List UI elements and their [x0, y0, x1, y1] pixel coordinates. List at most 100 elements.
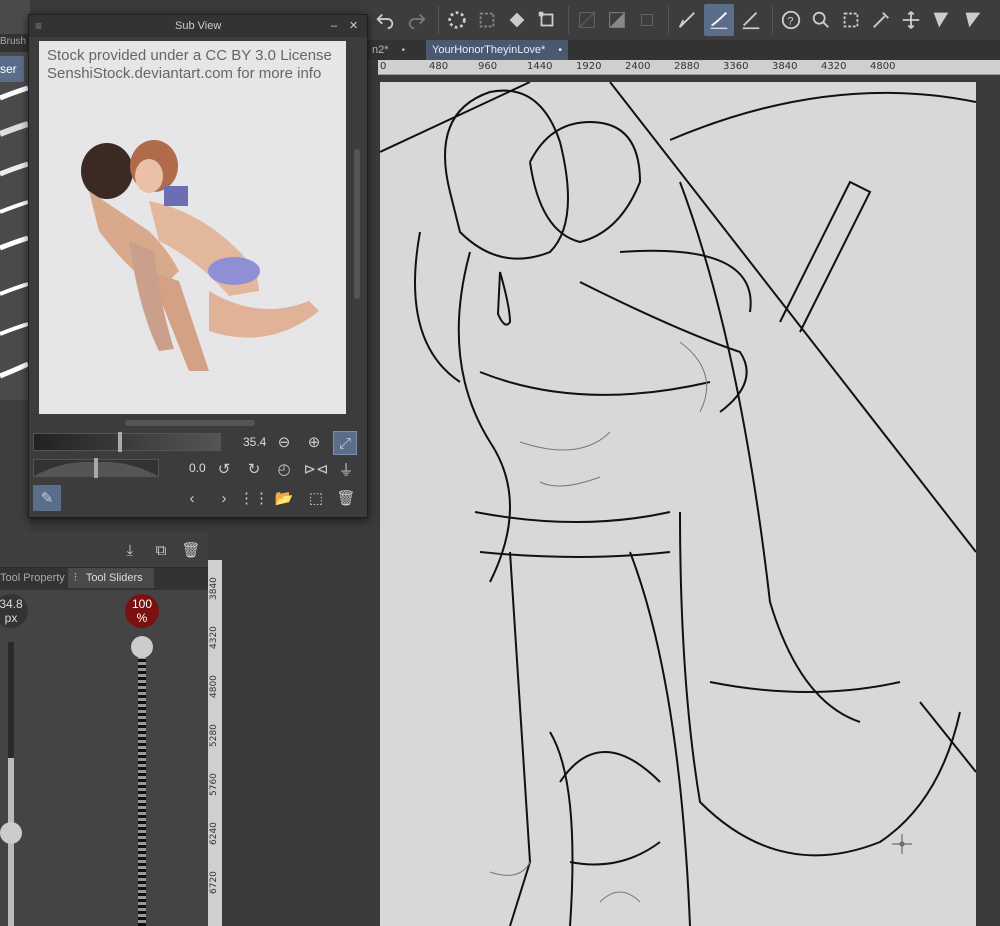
- tool-panel: Tool Property ⫶ Tool Sliders 34.8 px 100…: [0, 568, 208, 926]
- next-image-icon[interactable]: ›: [213, 487, 235, 509]
- open-folder-icon[interactable]: 📂: [273, 487, 295, 509]
- clear-selection-button[interactable]: [472, 4, 502, 36]
- previous-image-icon[interactable]: ‹: [181, 487, 203, 509]
- rotate-slider-handle[interactable]: [94, 458, 98, 478]
- brush-item-selected[interactable]: ser: [0, 56, 24, 82]
- ruler-label: 960: [478, 61, 498, 72]
- minimize-icon[interactable]: –: [331, 15, 337, 37]
- horizontal-ruler: 0 480 960 1440 1920 2400 2880 3360 3840 4320 4800: [378, 60, 1000, 75]
- ruler-label: 1440: [527, 61, 553, 72]
- color-picker-icon[interactable]: ✎: [33, 485, 61, 511]
- fill-button[interactable]: [502, 4, 532, 36]
- zoom-button[interactable]: [806, 4, 836, 36]
- opacity-slider-track[interactable]: [131, 636, 153, 926]
- rotate-right-icon[interactable]: ↻: [243, 458, 265, 480]
- delete-image-icon[interactable]: 🗑: [335, 487, 357, 509]
- shape-tool-button[interactable]: [926, 4, 956, 36]
- tab-close-icon[interactable]: •: [558, 45, 562, 56]
- ruler-label: 5280: [209, 724, 219, 747]
- tab-document-1[interactable]: n2* •: [366, 40, 411, 60]
- undo-button[interactable]: [370, 4, 400, 36]
- horizontal-scrollbar[interactable]: [125, 420, 255, 426]
- figure-tool-button[interactable]: [958, 4, 988, 36]
- triangle-icon: [933, 12, 949, 28]
- reset-rotate-icon[interactable]: ◴: [273, 458, 295, 480]
- eyedropper-button[interactable]: [866, 4, 896, 36]
- redo-button[interactable]: [402, 4, 432, 36]
- expand-selection-button[interactable]: [632, 4, 662, 36]
- tab-document-2[interactable]: YourHonorTheyinLove* •: [426, 40, 568, 60]
- export-layer-icon[interactable]: ⤓: [119, 539, 141, 561]
- duplicate-layer-icon[interactable]: ⧉: [150, 539, 172, 561]
- rotate-value: 0.0: [189, 461, 206, 475]
- brush-size-value: 34.8: [0, 597, 23, 611]
- tab-document-1-label: n2*: [372, 44, 389, 56]
- help-button[interactable]: ?: [776, 4, 806, 36]
- zoom-out-icon[interactable]: ⊖: [273, 431, 295, 453]
- subview-panel: ≡ Sub View – ✕ Stock provided under a CC…: [28, 14, 368, 518]
- loading-button[interactable]: [442, 4, 472, 36]
- grid-view-icon[interactable]: ⋮⋮: [239, 487, 269, 509]
- tab-tool-sliders[interactable]: ⫶ Tool Sliders: [68, 568, 154, 588]
- import-icon[interactable]: ⬚: [305, 487, 327, 509]
- move-icon: [902, 11, 920, 29]
- triangle-alt-icon: [965, 12, 981, 28]
- hide-outside-selection-button[interactable]: [572, 4, 602, 36]
- opacity-indicator: 100 %: [125, 594, 159, 628]
- tab-tool-property[interactable]: Tool Property: [0, 568, 66, 588]
- eraser-tool-button[interactable]: [736, 4, 766, 36]
- pen-icon: [678, 12, 695, 28]
- ruler-label: 2880: [674, 61, 700, 72]
- invert-selection-button[interactable]: [602, 4, 632, 36]
- rotate-left-icon[interactable]: ↺: [213, 458, 235, 480]
- move-button[interactable]: [896, 4, 926, 36]
- brush-tab-label: Brush: [0, 36, 27, 47]
- selection-button[interactable]: [836, 4, 866, 36]
- flip-horizontal-icon[interactable]: ⊳⊲: [303, 458, 328, 480]
- zoom-in-icon[interactable]: ⊕: [303, 431, 325, 453]
- magnifier-icon: [812, 11, 829, 28]
- svg-text:?: ?: [787, 16, 793, 28]
- delete-layer-icon[interactable]: 🗑: [180, 539, 202, 561]
- vertical-scrollbar[interactable]: [354, 149, 360, 299]
- zoom-slider[interactable]: [33, 432, 221, 452]
- fill-bucket-icon: [509, 12, 525, 28]
- reference-image[interactable]: Stock provided under a CC BY 3.0 License…: [39, 41, 346, 414]
- marquee-icon: [843, 12, 859, 28]
- help-icon: ?: [781, 10, 801, 30]
- subview-title: Sub View: [175, 20, 222, 32]
- tab-close-icon[interactable]: •: [402, 45, 406, 56]
- subview-titlebar[interactable]: ≡ Sub View – ✕: [29, 15, 367, 37]
- brush-tool-button[interactable]: [704, 4, 734, 36]
- reference-license-text: Stock provided under a CC BY 3.0 License: [47, 47, 332, 64]
- main-toolbar: ?: [360, 0, 1000, 41]
- ruler-label: 4320: [209, 626, 219, 649]
- transform-icon: [538, 11, 554, 27]
- rotate-slider[interactable]: [33, 458, 159, 478]
- tab-tool-property-label: Tool Property: [0, 572, 65, 584]
- drawing-canvas[interactable]: [380, 82, 976, 926]
- redo-icon: [408, 13, 426, 30]
- brush-stroke-previews[interactable]: [0, 84, 30, 394]
- flip-vertical-icon[interactable]: ⏚: [335, 458, 357, 480]
- ruler-label: 480: [429, 61, 449, 72]
- close-icon[interactable]: ✕: [349, 15, 358, 37]
- ruler-label: 4320: [821, 61, 847, 72]
- opacity-slider-knob[interactable]: [131, 636, 153, 658]
- fit-view-icon[interactable]: ⤢: [333, 431, 357, 455]
- reference-photo-figures: [81, 140, 319, 371]
- pen-tool-button[interactable]: [672, 4, 702, 36]
- brush-size-slider-track[interactable]: [0, 642, 22, 926]
- brush-panel-tab[interactable]: Brush: [0, 34, 30, 52]
- tool-panel-tabbar: Tool Property ⫶ Tool Sliders: [0, 568, 208, 590]
- ruler-label: 3360: [723, 61, 749, 72]
- layer-actions-bar: ⤓ ⧉ 🗑: [0, 533, 208, 568]
- document-tabbar: n2* • YourHonorTheyinLove* •: [360, 40, 1000, 60]
- zoom-slider-handle[interactable]: [118, 432, 122, 452]
- brush-size-slider-knob[interactable]: [0, 822, 22, 844]
- transform-button[interactable]: [532, 4, 562, 36]
- zoom-value: 35.4: [243, 435, 267, 449]
- brush-size-unit: px: [4, 611, 18, 625]
- menu-icon[interactable]: ≡: [35, 15, 42, 37]
- ruler-label: 3840: [772, 61, 798, 72]
